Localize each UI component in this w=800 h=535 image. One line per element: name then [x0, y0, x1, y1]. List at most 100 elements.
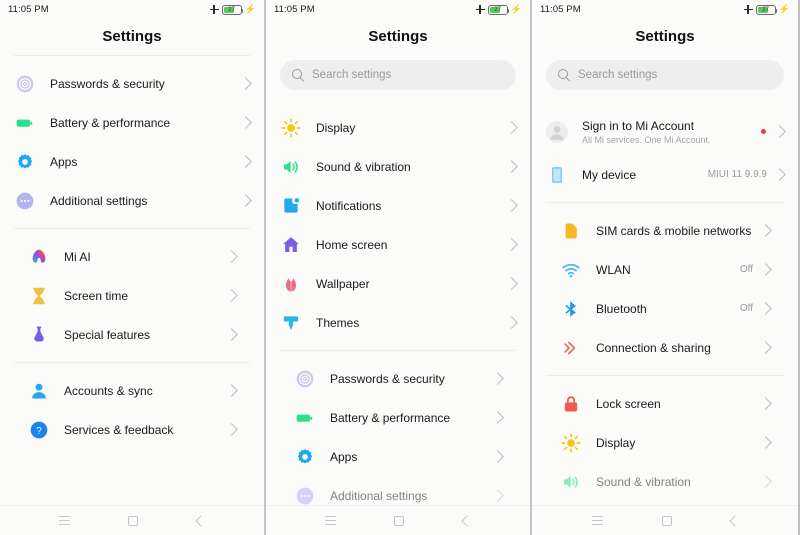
settings-row[interactable]: WLAN Off [546, 250, 784, 289]
settings-row-label: Lock screen [596, 396, 661, 411]
settings-row[interactable]: Battery & performance [0, 103, 264, 142]
settings-row[interactable]: Wallpaper [266, 264, 530, 303]
chevron-right-icon [759, 397, 772, 410]
settings-row[interactable]: Display [546, 423, 784, 462]
settings-row-label: Sound & vibration [316, 159, 411, 174]
notification-square-icon [280, 195, 302, 217]
search-bar-wrap-2: Search settings [266, 56, 530, 100]
settings-row[interactable]: Bluetooth Off [546, 289, 784, 328]
settings-row-label: Accounts & sync [64, 383, 153, 398]
settings-row-label: Additional settings [50, 193, 148, 208]
chevron-right-icon [225, 328, 238, 341]
settings-row[interactable]: Themes [266, 303, 530, 342]
settings-row[interactable]: Display [266, 108, 530, 147]
search-input[interactable]: Search settings [546, 60, 784, 90]
settings-row-label: Bluetooth [596, 301, 647, 316]
chevron-right-icon [505, 121, 518, 134]
page-title-1: Settings [14, 19, 250, 56]
phone-panel-1: 11:05 PM 27 ⚡ Settings Passwords & secur… [0, 0, 266, 535]
settings-row[interactable]: Additional settings [0, 181, 264, 220]
settings-row[interactable]: Passwords & security [280, 359, 516, 398]
chevron-right-icon [491, 489, 504, 502]
sun-icon [560, 432, 582, 454]
chevron-right-icon [773, 125, 786, 138]
question-circle-icon: ? [28, 419, 50, 441]
settings-group: Sign in to Mi Account All Mi services. On… [532, 100, 798, 202]
settings-row-label: Battery & performance [330, 410, 451, 425]
chevron-right-icon [505, 160, 518, 173]
search-placeholder: Search settings [312, 69, 392, 81]
settings-row[interactable]: Special features [14, 315, 250, 354]
back-chevron-icon[interactable] [195, 514, 207, 527]
person-icon [28, 380, 50, 402]
home-square-icon[interactable] [128, 515, 139, 526]
status-icons: 27 ⚡ [743, 4, 790, 15]
connection-sharing-icon [560, 337, 582, 359]
search-placeholder: Search settings [578, 69, 658, 81]
settings-row[interactable]: Mi AI [14, 237, 250, 276]
more-settings-icon [294, 485, 316, 506]
settings-row-label: Passwords & security [330, 371, 445, 386]
hourglass-icon [28, 285, 50, 307]
settings-row-value: Off [739, 303, 753, 314]
chevron-right-icon [759, 475, 772, 488]
settings-row-label: Display [316, 120, 356, 135]
battery-percent-label: 27 [762, 7, 770, 13]
lock-icon [560, 393, 582, 415]
hamburger-menu-icon[interactable] [591, 516, 603, 525]
status-time: 11:05 PM [8, 4, 49, 15]
back-chevron-icon[interactable] [728, 514, 741, 527]
sim-card-icon [560, 220, 582, 242]
settings-row[interactable]: Connection & sharing [546, 328, 784, 367]
settings-row[interactable]: Notifications [266, 186, 530, 225]
status-bar-1: 11:05 PM 27 ⚡ [0, 0, 264, 19]
chevron-right-icon [505, 199, 518, 212]
chevron-right-icon [225, 289, 238, 302]
search-icon [558, 69, 570, 81]
settings-row-value: Off [739, 264, 753, 275]
settings-row[interactable]: ? Services & feedback [14, 410, 250, 449]
settings-row[interactable]: Sound & vibration [266, 147, 530, 186]
settings-row[interactable]: SIM cards & mobile networks [546, 211, 784, 250]
settings-row[interactable]: Passwords & security [0, 64, 264, 103]
settings-row-label: My device [582, 167, 637, 182]
brush-icon [280, 312, 302, 334]
chevron-right-icon [759, 341, 772, 354]
phone-screenshot-row: 11:05 PM 27 ⚡ Settings Passwords & secur… [0, 0, 800, 535]
settings-row[interactable]: Home screen [266, 225, 530, 264]
chevron-right-icon [773, 168, 786, 181]
settings-row-label: Screen time [64, 288, 129, 303]
settings-row-label: Special features [64, 327, 151, 342]
settings-row[interactable]: Battery & performance [280, 398, 516, 437]
device-icon [546, 164, 568, 186]
chevron-right-icon [759, 302, 772, 315]
settings-row[interactable]: Apps [0, 142, 264, 181]
settings-row[interactable]: My device MIUI 11 9.9.9 [532, 155, 798, 194]
hamburger-menu-icon[interactable] [59, 516, 71, 525]
svg-text:?: ? [36, 425, 42, 436]
plus-icon [475, 5, 485, 14]
avatar-icon [546, 120, 568, 143]
home-square-icon[interactable] [394, 515, 405, 526]
mi-account-row[interactable]: Sign in to Mi Account All Mi services. On… [532, 108, 798, 155]
home-square-icon[interactable] [661, 515, 672, 526]
settings-row[interactable]: Accounts & sync [14, 371, 250, 410]
plus-icon [743, 5, 753, 14]
settings-row[interactable]: Apps [280, 437, 516, 476]
settings-row-label: Additional settings [330, 488, 428, 503]
bluetooth-icon [560, 298, 582, 320]
back-chevron-icon[interactable] [461, 514, 473, 527]
hamburger-menu-icon[interactable] [325, 516, 337, 525]
settings-row[interactable]: Screen time [14, 276, 250, 315]
settings-row[interactable]: Lock screen [546, 384, 784, 423]
settings-row[interactable]: Sound & vibration [546, 462, 784, 501]
settings-group: Lock screen Display Sound & vibration [546, 375, 784, 505]
search-input[interactable]: Search settings [280, 60, 516, 90]
mi-ai-icon [28, 246, 50, 268]
status-bar-3: 11:05 PM 27 ⚡ [532, 0, 798, 19]
chevron-right-icon [759, 436, 772, 449]
settings-row-label: Battery & performance [50, 115, 171, 130]
wifi-icon [560, 259, 582, 281]
page-title-2: Settings [368, 28, 428, 45]
settings-row[interactable]: Additional settings [280, 476, 516, 505]
